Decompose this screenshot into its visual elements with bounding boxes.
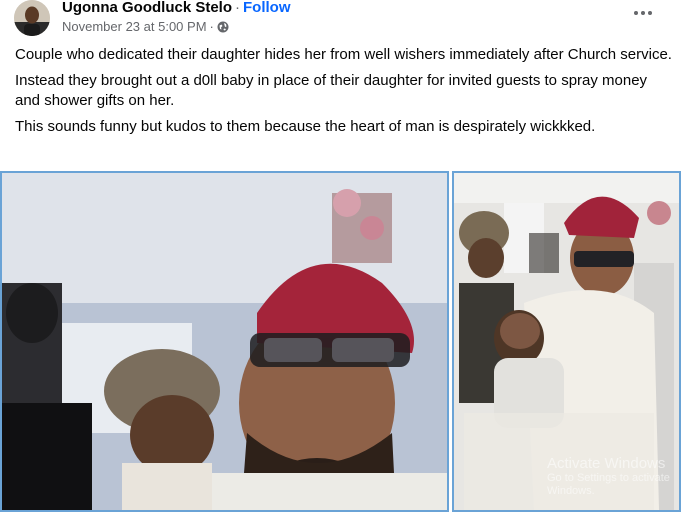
more-options-icon[interactable]: [631, 6, 655, 20]
avatar-image: [14, 0, 50, 36]
photo-left-image: [2, 173, 447, 510]
author-line: Ugonna Goodluck Stelo · Follow: [62, 0, 291, 17]
author-separator: ·: [235, 0, 241, 16]
post-paragraph: Instead they brought out a d0ll baby in …: [15, 72, 648, 109]
author-name[interactable]: Ugonna Goodluck Stelo: [62, 0, 232, 16]
post-meta: November 23 at 5:00 PM ·: [62, 19, 229, 35]
watermark-title: Activate Windows: [547, 455, 666, 472]
post-header: Ugonna Goodluck Stelo · Follow November 23…: [0, 0, 691, 40]
post-paragraph: This sounds funny but kudos to them beca…: [15, 118, 596, 135]
follow-link[interactable]: Follow: [243, 0, 291, 16]
more-dot: [634, 11, 638, 15]
photo-left[interactable]: [0, 171, 449, 512]
more-dot: [648, 11, 652, 15]
post-timestamp[interactable]: November 23 at 5:00 PM: [62, 19, 207, 35]
watermark-subtitle: Go to Settings to activate Windows.: [547, 472, 670, 497]
more-dot: [641, 11, 645, 15]
windows-activation-watermark: Activate Windows Go to Settings to activ…: [547, 455, 687, 498]
facebook-post: Ugonna Goodluck Stelo · Follow November 23…: [0, 0, 691, 512]
post-paragraph: Couple who dedicated their daughter hide…: [15, 46, 672, 63]
globe-icon[interactable]: [217, 21, 229, 33]
author-avatar[interactable]: [14, 0, 50, 36]
meta-separator: ·: [209, 19, 214, 34]
post-body: Couple who dedicated their daughter hide…: [15, 45, 675, 143]
